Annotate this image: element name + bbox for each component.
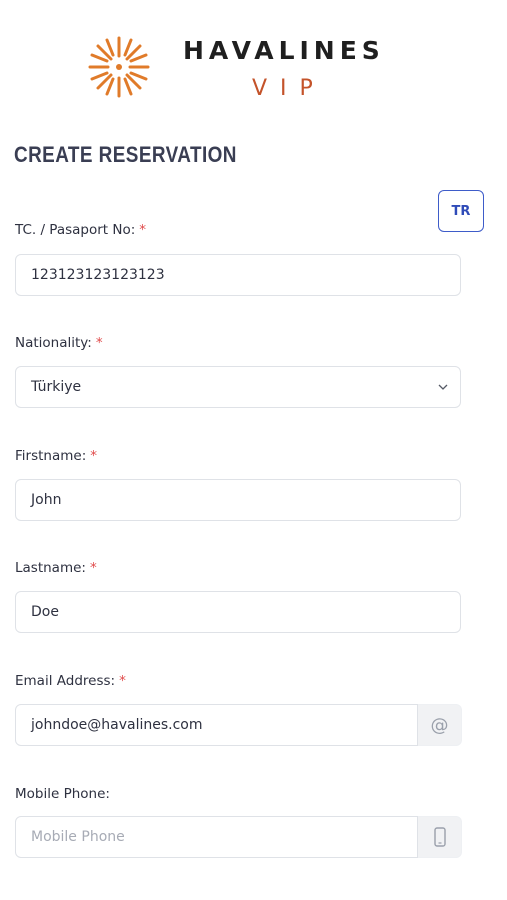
sunburst-logo-icon bbox=[88, 36, 150, 98]
passport-value: 123123123123123 bbox=[31, 267, 165, 283]
lastname-value: Doe bbox=[31, 604, 59, 620]
passport-input[interactable]: 123123123123123 bbox=[15, 254, 461, 296]
language-toggle-button[interactable]: TR bbox=[438, 190, 484, 232]
chevron-down-icon bbox=[438, 384, 448, 390]
mobile-phone-glyph-icon bbox=[433, 827, 446, 847]
at-symbol: @ bbox=[430, 714, 449, 736]
brand-logo: HAVALINES VIP bbox=[86, 34, 406, 104]
at-icon: @ bbox=[418, 704, 462, 746]
firstname-label-text: Firstname: bbox=[15, 448, 87, 464]
mobile-phone-input[interactable]: Mobile Phone bbox=[15, 816, 418, 858]
firstname-input[interactable]: John bbox=[15, 479, 461, 521]
required-marker: * bbox=[139, 222, 147, 238]
email-label: Email Address: * bbox=[15, 673, 126, 689]
email-value: johndoe@havalines.com bbox=[31, 717, 203, 733]
firstname-label: Firstname: * bbox=[15, 448, 97, 464]
nationality-value: Türkiye bbox=[31, 379, 82, 395]
email-input[interactable]: johndoe@havalines.com bbox=[15, 704, 418, 746]
nationality-label: Nationality: * bbox=[15, 335, 103, 351]
nationality-label-text: Nationality: bbox=[15, 335, 92, 351]
nationality-select[interactable]: Türkiye bbox=[15, 366, 461, 408]
mobile-phone-label: Mobile Phone: bbox=[15, 786, 110, 802]
required-marker: * bbox=[119, 673, 126, 689]
lastname-label: Lastname: * bbox=[15, 560, 97, 576]
lastname-input[interactable]: Doe bbox=[15, 591, 461, 633]
required-marker: * bbox=[89, 560, 97, 576]
mobile-phone-placeholder: Mobile Phone bbox=[31, 829, 125, 845]
required-marker: * bbox=[90, 448, 97, 464]
lastname-label-text: Lastname: bbox=[15, 560, 86, 576]
email-label-text: Email Address: bbox=[15, 673, 116, 689]
mobile-phone-icon bbox=[418, 816, 462, 858]
firstname-value: John bbox=[31, 492, 62, 508]
required-marker: * bbox=[95, 335, 103, 351]
brand-name: HAVALINES bbox=[183, 36, 385, 65]
passport-label-text: TC. / Pasaport No: bbox=[15, 222, 136, 238]
passport-label: TC. / Pasaport No: * bbox=[15, 222, 146, 238]
brand-sub: VIP bbox=[252, 76, 326, 101]
page-title: CREATE RESERVATION bbox=[14, 142, 237, 167]
mobile-phone-label-text: Mobile Phone: bbox=[15, 786, 110, 802]
